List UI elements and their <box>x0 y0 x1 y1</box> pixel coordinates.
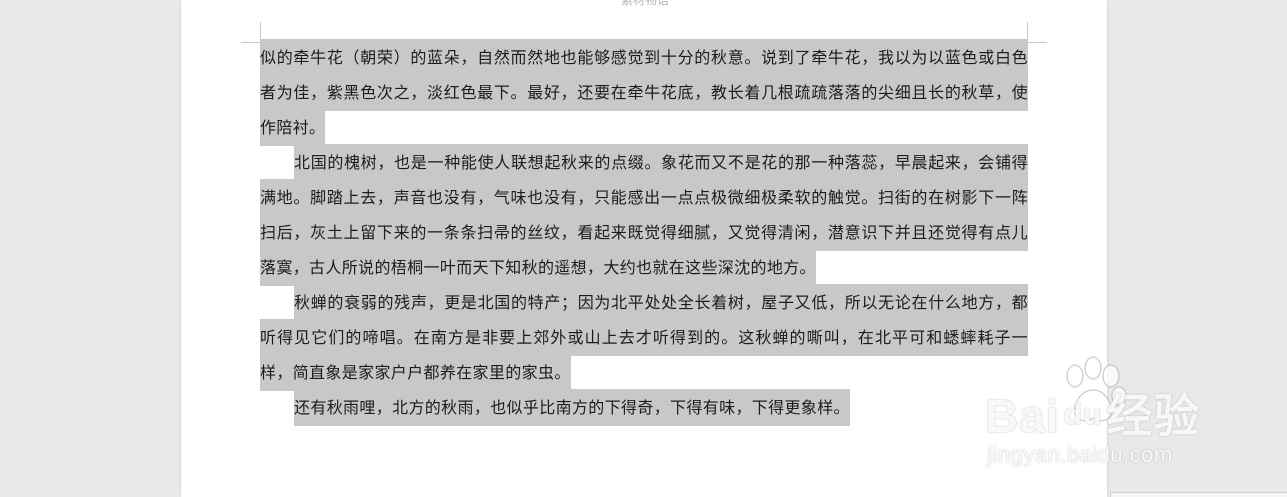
selected-text[interactable]: 北国的槐树，也是一种能使人联想起秋来的点缀。象花而又不是花的那一种落蕊，早晨起来… <box>260 144 1028 286</box>
document-body[interactable]: 似的牵牛花（朝荣）的蓝朵，自然而然地也能够感觉到十分的秋意。说到了牵牛花，我以为… <box>260 39 1028 426</box>
watermark-brand-right: 经验 <box>1106 390 1201 442</box>
selected-text[interactable]: 秋蝉的衰弱的残声，更是北国的特产；因为北平处处全长着树，屋子又低，所以无论在什么… <box>260 284 1028 391</box>
document-page[interactable]: 素材物语 似的牵牛花（朝荣）的蓝朵，自然而然地也能够感觉到十分的秋意。说到了牵牛… <box>181 0 1107 497</box>
margin-mark-top-right-horizontal <box>1027 42 1047 43</box>
page-header-text: 素材物语 <box>621 0 670 7</box>
paragraph-3[interactable]: 秋蝉的衰弱的残声，更是北国的特产；因为北平处处全长着树，屋子又低，所以无论在什么… <box>260 284 1028 391</box>
screen: 素材物语 似的牵牛花（朝荣）的蓝朵，自然而然地也能够感觉到十分的秋意。说到了牵牛… <box>0 0 1287 497</box>
paragraph-1[interactable]: 似的牵牛花（朝荣）的蓝朵，自然而然地也能够感觉到十分的秋意。说到了牵牛花，我以为… <box>260 39 1028 146</box>
selected-text[interactable]: 还有秋雨哩，北方的秋雨，也似乎比南方的下得奇，下得有味，下得更象样。 <box>294 389 850 426</box>
selected-text[interactable]: 似的牵牛花（朝荣）的蓝朵，自然而然地也能够感觉到十分的秋意。说到了牵牛花，我以为… <box>260 39 1028 146</box>
margin-mark-top-left-horizontal <box>241 42 261 43</box>
paragraph-4[interactable]: 还有秋雨哩，北方的秋雨，也似乎比南方的下得奇，下得有味，下得更象样。 <box>260 389 1028 426</box>
paragraph-2[interactable]: 北国的槐树，也是一种能使人联想起秋来的点缀。象花而又不是花的那一种落蕊，早晨起来… <box>260 144 1028 286</box>
status-panel-edge <box>1110 492 1287 497</box>
